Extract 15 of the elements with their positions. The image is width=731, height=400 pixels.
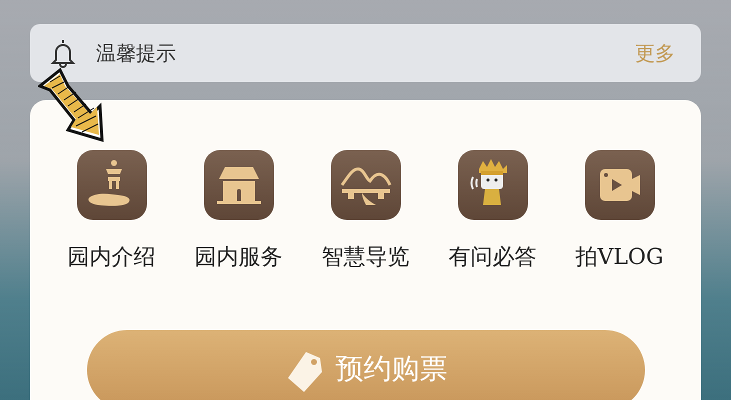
notice-title: 温馨提示 bbox=[96, 40, 177, 66]
bell-icon bbox=[50, 38, 76, 68]
service-tile[interactable] bbox=[204, 150, 274, 220]
service-label: 园内介绍 bbox=[68, 244, 156, 272]
service-tile[interactable] bbox=[76, 150, 146, 220]
service-tile[interactable] bbox=[584, 150, 654, 220]
notice-bar[interactable]: 温馨提示 更多 bbox=[30, 24, 701, 82]
booking-button[interactable]: 预约购票 bbox=[86, 330, 644, 400]
service-label: 有问必答 bbox=[448, 244, 536, 272]
service-label: 智慧导览 bbox=[322, 244, 410, 272]
more-link[interactable]: 更多 bbox=[635, 40, 675, 66]
service-label: 拍VLOG bbox=[575, 244, 664, 272]
service-tile[interactable] bbox=[458, 150, 528, 220]
service-tile[interactable] bbox=[330, 150, 400, 220]
service-label: 园内服务 bbox=[194, 244, 282, 272]
